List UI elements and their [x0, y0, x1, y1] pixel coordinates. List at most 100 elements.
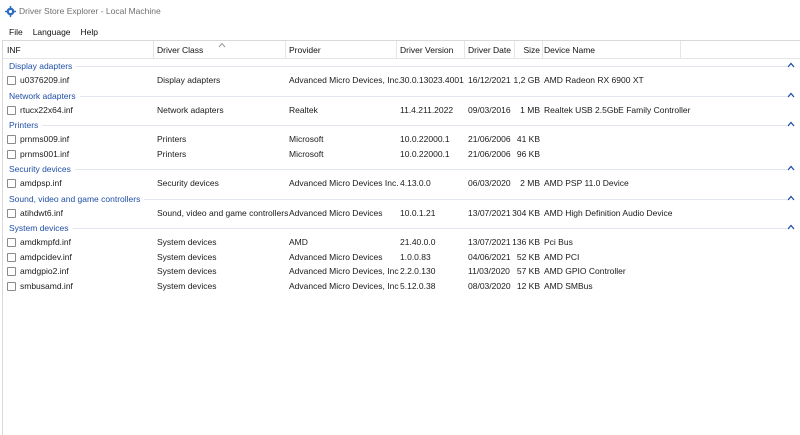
cell-inf: rtucx22x64.inf: [20, 104, 73, 115]
menu-language[interactable]: Language: [28, 27, 76, 37]
column-driver-class[interactable]: Driver Class: [157, 41, 203, 59]
table-row[interactable]: u0376209.inf Display adapters Advanced Mic…: [3, 74, 800, 87]
row-checkbox[interactable]: [7, 105, 16, 115]
cell-driver-date: 13/07/2021: [468, 237, 511, 247]
row-checkbox[interactable]: [7, 281, 16, 291]
cell-inf: amdkmpfd.inf: [20, 237, 72, 247]
cell-provider: Microsoft: [289, 134, 324, 144]
cell-driver-date: 06/03/2020: [468, 178, 511, 188]
column-provider[interactable]: Provider: [289, 41, 321, 59]
table-row[interactable]: amdgpio2.inf System devices Advanced Micro…: [3, 265, 800, 278]
cell-device-name: AMD Radeon RX 6900 XT: [544, 75, 644, 85]
cell-size: 2 MB: [520, 178, 540, 188]
window-title: Driver Store Explorer - Local Machine: [19, 6, 161, 16]
chevron-up-icon[interactable]: [787, 121, 795, 127]
chevron-up-icon[interactable]: [787, 224, 795, 230]
cell-driver-version: 10.0.22000.1: [400, 148, 450, 159]
group-header[interactable]: Display adapters: [3, 60, 800, 72]
cell-provider: Advanced Micro Devices: [289, 251, 383, 262]
row-checkbox[interactable]: [7, 135, 16, 144]
row-checkbox[interactable]: [7, 252, 16, 262]
group-divider: [72, 228, 787, 229]
group-header[interactable]: Security devices: [3, 163, 800, 175]
menu-help[interactable]: Help: [76, 27, 103, 37]
row-checkbox[interactable]: [7, 208, 16, 218]
cell-provider: Advanced Micro Devices, Inc.: [289, 75, 401, 85]
cell-size: 96 KB: [516, 148, 540, 159]
gear-icon: [5, 5, 16, 17]
table-row[interactable]: prnms009.inf Printers Microsoft 10.0.22000.…: [3, 133, 800, 146]
chevron-up-icon[interactable]: [787, 62, 795, 68]
driver-list[interactable]: INF Driver Class Provider Driver Version…: [2, 40, 800, 435]
cell-driver-class: System devices: [157, 266, 217, 276]
sort-ascending-icon: [218, 42, 226, 48]
cell-inf: amdgpio2.inf: [20, 266, 69, 276]
group-header[interactable]: Network adapters: [3, 89, 800, 102]
group-label: Printers: [9, 119, 41, 131]
group-label: Sound, video and game controllers: [9, 192, 143, 205]
cell-inf: amdpsp.inf: [20, 178, 62, 188]
cell-inf: smbusamd.inf: [20, 280, 73, 291]
table-row[interactable]: prnms001.inf Printers Microsoft 10.0.22000.…: [3, 148, 800, 161]
column-device-name[interactable]: Device Name: [544, 41, 595, 59]
title-bar: Driver Store Explorer - Local Machine: [0, 0, 800, 22]
chevron-up-icon[interactable]: [787, 92, 795, 98]
cell-driver-version: 11.4.211.2022: [400, 104, 454, 115]
group-divider: [42, 125, 787, 126]
table-row[interactable]: amdkmpfd.inf System devices AMD 21.40.0.0 13…: [3, 236, 800, 249]
row-checkbox[interactable]: [7, 238, 16, 247]
table-row[interactable]: smbusamd.inf System devices Advanced Micro…: [3, 280, 800, 293]
cell-driver-date: 08/03/2020: [468, 280, 511, 291]
row-checkbox[interactable]: [7, 179, 16, 188]
group-header[interactable]: Sound, video and game controllers: [3, 192, 800, 205]
cell-size: 41 KB: [516, 134, 540, 144]
cell-driver-class: System devices: [157, 237, 217, 247]
cell-inf: atihdwt6.inf: [20, 207, 63, 218]
cell-provider: Advanced Micro Devices: [289, 207, 383, 218]
group-divider: [76, 66, 787, 67]
cell-driver-version: 1.0.0.83: [400, 251, 431, 262]
column-driver-date[interactable]: Driver Date: [468, 41, 511, 59]
cell-size: 1,2 GB: [513, 75, 540, 85]
cell-size: 304 KB: [512, 207, 540, 218]
group-divider: [79, 95, 787, 97]
cell-size: 136 KB: [512, 237, 540, 247]
cell-size: 52 KB: [516, 251, 540, 262]
cell-size: 12 KB: [516, 280, 540, 291]
row-checkbox[interactable]: [7, 76, 16, 85]
cell-driver-version: 10.0.22000.1: [400, 134, 450, 144]
group-label: Network adapters: [9, 89, 78, 102]
cell-size: 1 MB: [520, 104, 540, 115]
cell-driver-class: Printers: [157, 148, 187, 159]
cell-device-name: Pci Bus: [544, 237, 573, 247]
cell-driver-version: 5.12.0.38: [400, 280, 436, 291]
row-checkbox[interactable]: [7, 267, 16, 276]
group-header[interactable]: System devices: [3, 222, 800, 234]
menu-file[interactable]: File: [4, 27, 28, 37]
table-row[interactable]: rtucx22x64.inf Network adapters Realtek 11.…: [3, 104, 800, 117]
cell-driver-date: 11/03/2020: [468, 266, 510, 276]
table-row[interactable]: amdpsp.inf Security devices Advanced Micro…: [3, 177, 800, 190]
group-header[interactable]: Printers: [3, 119, 800, 131]
cell-provider: Advanced Micro Devices, Inc: [289, 280, 399, 291]
cell-driver-date: 21/06/2006: [468, 134, 511, 144]
cell-device-name: AMD PSP 11.0 Device: [544, 178, 629, 188]
chevron-up-icon[interactable]: [787, 165, 795, 171]
cell-device-name: AMD PCI: [544, 251, 580, 262]
table-row[interactable]: atihdwt6.inf Sound, video and game contro…: [3, 207, 800, 220]
chevron-up-icon[interactable]: [787, 195, 795, 201]
column-inf[interactable]: INF: [7, 41, 21, 59]
column-size[interactable]: Size: [520, 41, 540, 59]
column-driver-version[interactable]: Driver Version: [400, 41, 453, 59]
cell-device-name: AMD SMBus: [544, 280, 593, 291]
table-row[interactable]: amdpcidev.inf System devices Advanced Micr…: [3, 251, 800, 264]
group-divider: [144, 198, 787, 200]
cell-driver-class: Sound, video and game controllers: [157, 207, 289, 218]
cell-device-name: AMD High Definition Audio Device: [544, 207, 673, 218]
cell-driver-date: 21/06/2006: [468, 148, 511, 159]
cell-provider: Realtek: [289, 104, 318, 115]
cell-provider: AMD: [289, 237, 308, 247]
row-checkbox[interactable]: [7, 149, 16, 159]
cell-provider: Advanced Micro Devices Inc.: [289, 178, 399, 188]
cell-provider: Advanced Micro Devices, Inc: [289, 266, 399, 276]
